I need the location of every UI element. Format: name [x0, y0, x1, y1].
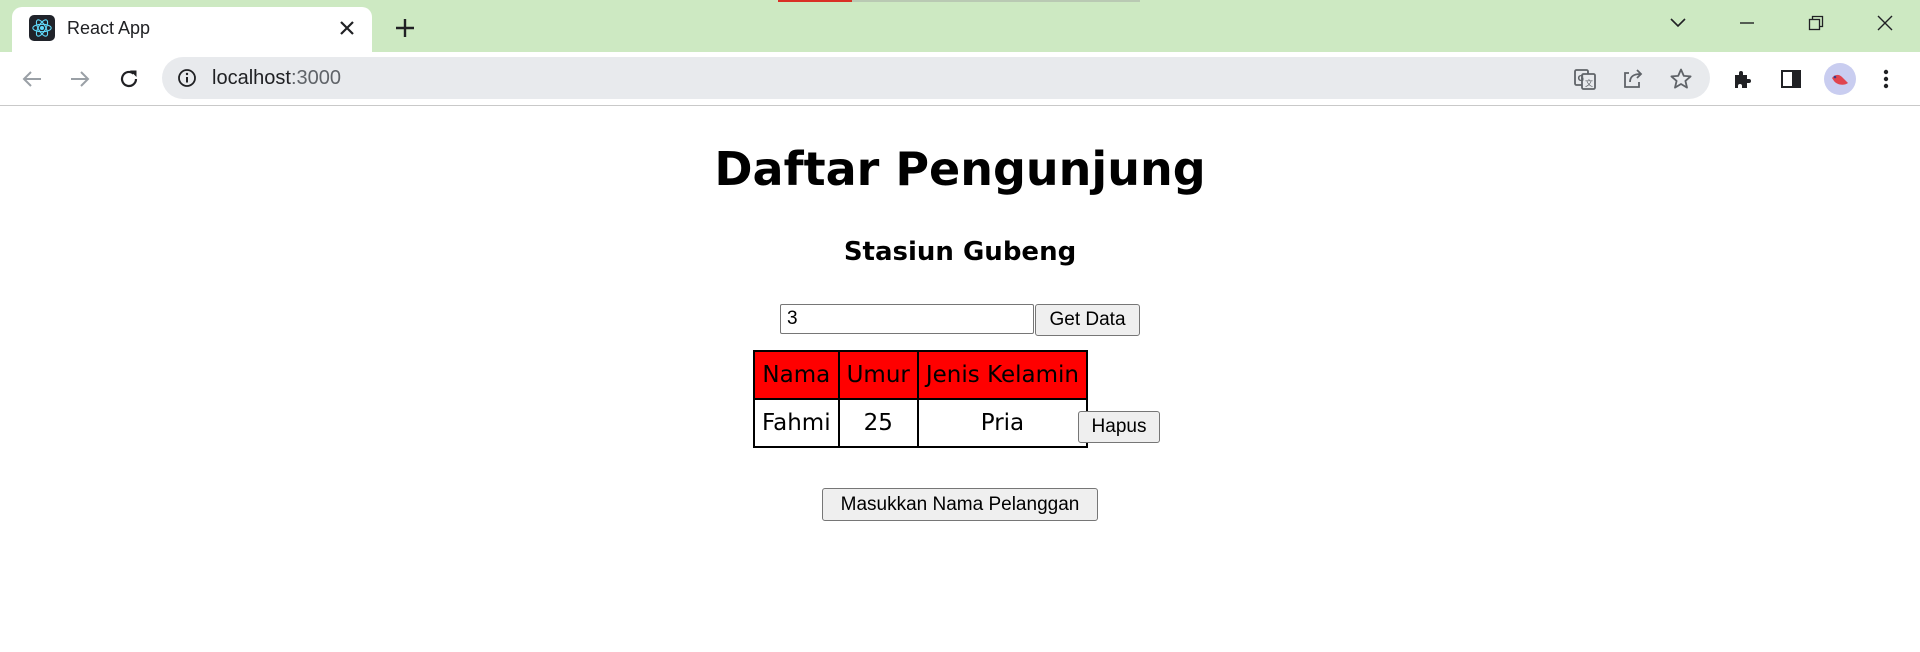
page-subtitle: Stasiun Gubeng [843, 237, 1077, 267]
delete-button[interactable]: Hapus [1078, 411, 1160, 443]
close-icon[interactable] [334, 15, 360, 41]
star-icon[interactable] [1668, 66, 1694, 92]
loading-indicator-track [852, 0, 1140, 2]
column-header-nama: Nama [753, 350, 840, 400]
column-header-jenis-kelamin: Jenis Kelamin [916, 350, 1089, 400]
share-icon[interactable] [1620, 66, 1646, 92]
info-icon[interactable] [176, 67, 198, 89]
cell-jenis-kelamin: Pria [916, 398, 1089, 448]
restore-icon[interactable] [1796, 8, 1836, 38]
svg-text:G: G [1578, 74, 1585, 83]
side-panel-icon[interactable] [1776, 64, 1806, 94]
tab-title: React App [67, 18, 151, 38]
tab-search-icon[interactable] [1658, 8, 1698, 38]
loading-indicator [778, 0, 852, 2]
table-header-row: Nama Umur Jenis Kelamin [753, 350, 1089, 400]
visitor-id-input[interactable] [780, 304, 1034, 334]
svg-text:文: 文 [1585, 78, 1593, 88]
cell-nama: Fahmi [753, 398, 840, 448]
browser-tab-active[interactable]: React App [12, 7, 372, 52]
url-text[interactable]: localhost:3000 [212, 57, 341, 99]
translate-icon[interactable]: G 文 [1572, 66, 1598, 92]
puzzle-icon[interactable] [1728, 64, 1758, 94]
window-close-icon[interactable] [1865, 8, 1905, 38]
table-row: Fahmi 25 Pria [753, 398, 1089, 448]
reload-icon[interactable] [113, 63, 145, 95]
browser-toolbar: localhost:3000 G 文 [0, 52, 1920, 106]
url-host: localhost [212, 67, 291, 89]
page-title: Daftar Pengunjung [714, 142, 1206, 196]
address-bar[interactable]: localhost:3000 G 文 [162, 57, 1710, 99]
visitor-table: Nama Umur Jenis Kelamin Fahmi 25 Pria [753, 350, 1089, 448]
kebab-menu-icon[interactable] [1871, 64, 1901, 94]
url-port: :3000 [290, 67, 341, 89]
back-arrow-icon[interactable] [16, 63, 48, 95]
add-customer-button[interactable]: Masukkan Nama Pelanggan [822, 488, 1098, 521]
react-logo-icon [29, 15, 55, 41]
browser-titlebar: React App [0, 0, 1920, 52]
cell-umur: 25 [837, 398, 919, 448]
plus-icon[interactable] [389, 12, 421, 44]
get-data-button[interactable]: Get Data [1035, 304, 1140, 336]
minimize-icon[interactable] [1727, 8, 1767, 38]
column-header-umur: Umur [837, 350, 919, 400]
forward-arrow-icon[interactable] [64, 63, 96, 95]
page-content: Daftar Pengunjung Stasiun Gubeng Get Dat… [0, 106, 1920, 652]
profile-avatar[interactable] [1824, 63, 1856, 95]
